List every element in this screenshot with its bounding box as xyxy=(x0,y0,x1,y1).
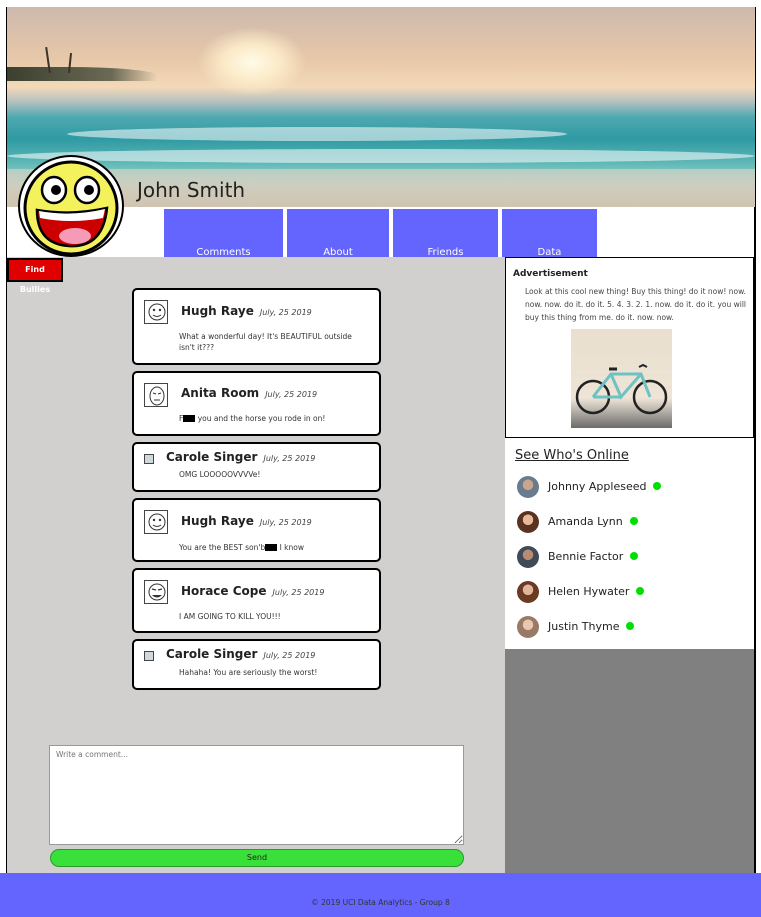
user-avatar xyxy=(517,546,539,568)
post-author[interactable]: Horace Cope July, 25 2019 xyxy=(181,584,324,598)
post-card: Hugh Raye July, 25 2019 What a wonderful … xyxy=(132,288,381,365)
post-author[interactable]: Hugh Raye July, 25 2019 xyxy=(181,514,312,528)
online-user-name: Bennie Factor xyxy=(548,550,639,563)
send-button[interactable]: Send xyxy=(50,849,464,867)
online-user-name: Amanda Lynn xyxy=(548,515,638,528)
online-status-icon xyxy=(653,482,662,490)
ad-title: Advertisement xyxy=(513,269,588,279)
user-avatar xyxy=(517,511,539,533)
tab-friends[interactable]: Friends xyxy=(393,209,498,258)
post-date: July, 25 2019 xyxy=(263,651,316,660)
post-date: July, 25 2019 xyxy=(259,518,312,527)
online-user-name: Helen Hywater xyxy=(548,585,645,598)
post-text: What a wonderful day! It's BEAUTIFUL out… xyxy=(179,332,352,352)
tab-about[interactable]: About xyxy=(287,209,389,258)
profile-avatar xyxy=(18,155,124,257)
wave xyxy=(67,127,567,141)
online-title: See Who's Online xyxy=(515,448,629,463)
cover-photo xyxy=(7,7,755,207)
broken-image-icon xyxy=(144,651,154,661)
online-user[interactable]: Helen Hywater xyxy=(517,581,747,603)
post-author[interactable]: Anita Room July, 25 2019 xyxy=(181,386,317,400)
sun-glow xyxy=(197,27,307,97)
meme-face-icon xyxy=(144,510,168,534)
shoreline-land xyxy=(7,67,157,81)
online-user[interactable]: Justin Thyme xyxy=(517,616,747,638)
find-bullies-button[interactable]: Find Bullies xyxy=(7,258,63,294)
post-date: July, 25 2019 xyxy=(263,454,316,463)
tab-comments[interactable]: Comments xyxy=(164,209,283,258)
user-avatar xyxy=(517,581,539,603)
user-avatar xyxy=(517,616,539,638)
broken-image-icon xyxy=(144,454,154,464)
online-status-icon xyxy=(630,552,639,560)
post-card: Anita Room July, 25 2019 F you and the ho… xyxy=(132,371,381,436)
post-card: Hugh Raye July, 25 2019 You are the BEST … xyxy=(132,498,381,562)
online-user-name: Johnny Appleseed xyxy=(548,480,662,493)
post-author[interactable]: Carole Singer July, 25 2019 xyxy=(166,647,315,661)
redaction-bar xyxy=(183,415,196,422)
post-card: Carole Singer July, 25 2019 Hahaha! You a… xyxy=(132,639,381,690)
tab-data[interactable]: Data xyxy=(502,209,597,258)
post-text: OMG LOOOOOVVVVe! xyxy=(179,470,261,479)
post-text: Hahaha! You are seriously the worst! xyxy=(179,668,318,677)
online-status-icon xyxy=(636,587,645,595)
meme-face-icon xyxy=(144,383,168,407)
wave xyxy=(7,149,755,163)
online-panel: See Who's Online Johnny Appleseed Amanda… xyxy=(505,440,754,649)
online-user[interactable]: Johnny Appleseed xyxy=(517,476,747,498)
post-author[interactable]: Hugh Raye July, 25 2019 xyxy=(181,304,312,318)
post-date: July, 25 2019 xyxy=(265,390,318,399)
online-user[interactable]: Bennie Factor xyxy=(517,546,747,568)
post-text: I AM GOING TO KILL YOU!!! xyxy=(179,612,281,621)
online-status-icon xyxy=(629,517,638,525)
post-text: F you and the horse you rode in on! xyxy=(179,414,326,423)
sidebar-filler xyxy=(505,649,754,873)
meme-face-icon xyxy=(144,300,168,324)
post-date: July, 25 2019 xyxy=(272,588,325,597)
user-avatar xyxy=(517,476,539,498)
post-author[interactable]: Carole Singer July, 25 2019 xyxy=(166,450,315,464)
advertisement-panel: Advertisement Look at this cool new thin… xyxy=(505,257,754,438)
comment-input[interactable] xyxy=(49,745,464,845)
post-card: Carole Singer July, 25 2019 OMG LOOOOOVVV… xyxy=(132,442,381,492)
profile-name: John Smith xyxy=(137,178,246,202)
redaction-bar xyxy=(265,544,278,551)
online-user[interactable]: Amanda Lynn xyxy=(517,511,747,533)
meme-face-icon xyxy=(144,580,168,604)
post-card: Horace Cope July, 25 2019 I AM GOING TO K… xyxy=(132,568,381,633)
online-user-name: Justin Thyme xyxy=(548,620,635,633)
page: John Smith Comments About Friends Data H… xyxy=(0,0,761,917)
online-status-icon xyxy=(626,622,635,630)
bicycle-icon xyxy=(571,338,672,415)
ad-bicycle-image[interactable] xyxy=(571,329,672,428)
footer: © 2019 UCI Data Analytics - Group 8 xyxy=(0,873,761,917)
post-date: July, 25 2019 xyxy=(259,308,312,317)
post-text: You are the BEST son'b I know xyxy=(179,543,305,552)
ad-text: Look at this cool new thing! Buy this th… xyxy=(525,287,747,322)
awesome-face-icon xyxy=(23,160,119,256)
